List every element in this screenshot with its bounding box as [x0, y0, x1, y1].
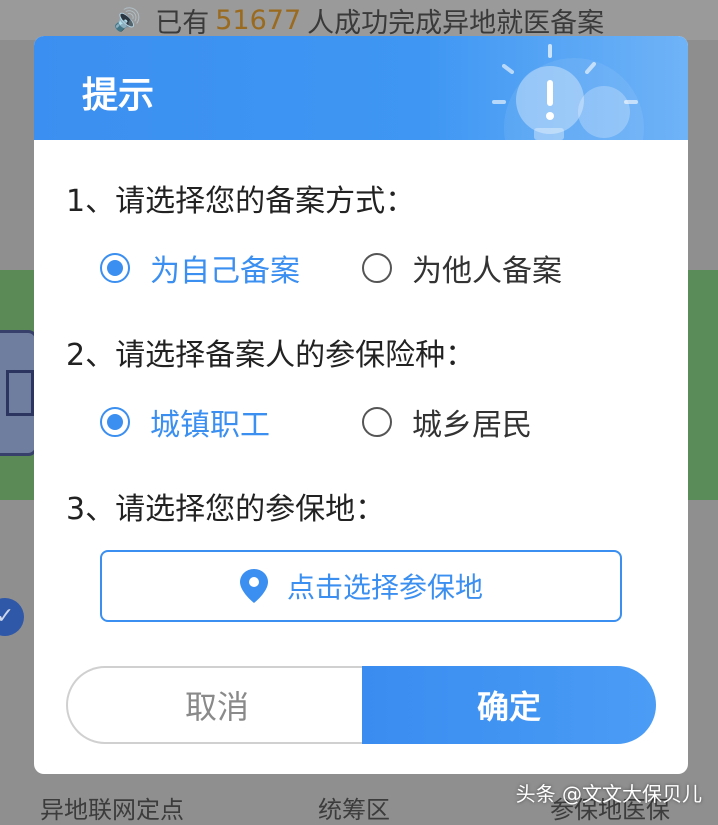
radio-checked-icon[interactable]: [100, 407, 130, 437]
option-label: 城镇职工: [150, 408, 270, 443]
option-urban-employee[interactable]: 城镇职工: [100, 400, 270, 444]
filing-dialog: 提示 1、请选择您的备案方式： 为自己备案 为他人备案 2、请选择备案人的参保险…: [34, 36, 688, 774]
background-qr-illustration: [6, 370, 34, 416]
background-banner-right: [686, 270, 718, 500]
background-menu-item: 异地联网定点: [40, 796, 184, 824]
option-label: 为他人备案: [412, 254, 562, 289]
option-urban-rural-resident[interactable]: 城乡居民: [362, 400, 532, 444]
question-filing-method: 1、请选择您的备案方式：: [66, 184, 416, 219]
radio-unchecked-icon[interactable]: [362, 407, 392, 437]
confirm-button[interactable]: 确定: [362, 666, 656, 744]
option-self-filing[interactable]: 为自己备案: [100, 246, 300, 290]
select-location-label: 点击选择参保地: [286, 571, 483, 604]
radio-unchecked-icon[interactable]: [362, 253, 392, 283]
select-location-button[interactable]: 点击选择参保地: [100, 550, 622, 622]
option-label: 为自己备案: [150, 254, 300, 289]
option-label: 城乡居民: [412, 408, 532, 443]
lightbulb-icon: [492, 44, 644, 140]
background-banner: 🔊 已有 51677 人成功完成异地就医备案: [0, 0, 718, 40]
banner-prefix: 已有: [155, 7, 210, 39]
question-insured-location: 3、请选择您的参保地：: [66, 492, 386, 527]
question-insurance-type: 2、请选择备案人的参保险种：: [66, 338, 476, 373]
option-other-filing[interactable]: 为他人备案: [362, 246, 562, 290]
location-pin-icon: [239, 569, 268, 603]
speaker-icon: 🔊: [113, 7, 142, 33]
watermark: 头条 @文文大保贝儿: [515, 782, 702, 806]
background-menu-item: 统筹区: [318, 796, 390, 824]
banner-suffix: 人成功完成异地就医备案: [307, 7, 605, 39]
banner-count: 51677: [215, 4, 302, 36]
dialog-button-row: 取消 确定: [66, 666, 656, 744]
dialog-title: 提示: [82, 75, 155, 116]
radio-checked-icon[interactable]: [100, 253, 130, 283]
cancel-button[interactable]: 取消: [66, 666, 366, 744]
dialog-header: 提示: [34, 36, 688, 140]
